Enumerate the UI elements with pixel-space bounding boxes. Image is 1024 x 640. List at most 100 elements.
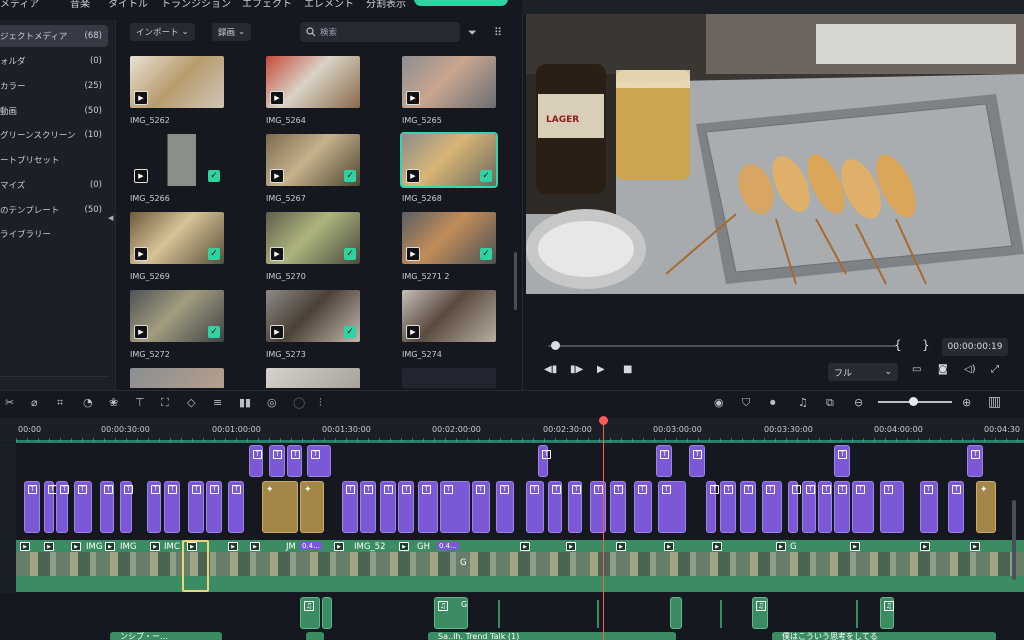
title-clip[interactable]: T [206,481,222,533]
playhead[interactable] [603,420,604,640]
title-clip[interactable]: T [269,445,285,477]
effect-clip[interactable]: ✦ [262,481,298,533]
title-clip[interactable]: T [44,481,57,533]
media-scrollbar[interactable] [514,252,517,310]
title-clip[interactable]: T [147,481,161,533]
music-clip[interactable]: 僕はこういう思考をしてる [772,632,996,640]
fullscreen-icon[interactable]: ⤢ [991,364,999,375]
media-thumb[interactable] [130,368,224,388]
title-clip[interactable]: T [228,481,244,533]
preview-video[interactable]: LAGER [526,14,1024,294]
title-clip[interactable]: T [788,481,801,533]
media-thumb[interactable]: ▶ [402,290,496,342]
title-clip[interactable]: T [24,481,40,533]
audio-wave-icon[interactable]: ⫶ [319,396,322,410]
title-clip[interactable]: T [360,481,376,533]
title-clip[interactable]: T [568,481,582,533]
title-clip[interactable]: T [720,481,736,533]
grid-view-icon[interactable]: ⠿ [494,26,502,39]
title-clip[interactable]: T [287,445,302,477]
title-clip[interactable]: T [880,481,904,533]
sidebar-item-templates[interactable]: のテンプレート (50) [0,199,108,221]
media-thumb[interactable]: ▶ ✓ [266,212,360,264]
media-thumb[interactable] [402,368,496,388]
effect-clip[interactable]: ✦ [976,481,996,533]
sidebar-item-library[interactable]: ライブラリー [0,223,108,245]
text-icon[interactable]: ⊤ [135,396,145,409]
title-clip[interactable]: T [610,481,626,533]
media-thumb[interactable]: ▶ [130,56,224,108]
tab-element[interactable]: エレメント [304,0,354,12]
media-thumb[interactable]: ▶ [266,56,360,108]
tab-media[interactable]: メディア [0,0,39,12]
shield-icon[interactable]: ⛉ [742,396,750,410]
title-clip[interactable]: T [834,481,850,533]
step-forward-icon[interactable]: ▮▶ [570,364,583,375]
sidebar-item-customize[interactable]: マイズ (0) [0,174,108,196]
preview-seek-handle[interactable] [550,341,560,350]
preview-quality-select[interactable]: フル ⌄ [828,363,898,381]
sidebar-item-color[interactable]: カラー (25) [0,75,108,97]
track-layout-icon[interactable]: ▥ [988,394,1001,410]
zoom-in-icon[interactable]: ⊕ [962,396,971,409]
title-clip[interactable]: T [802,481,816,533]
filter-icon[interactable]: ⏷ [468,26,477,40]
sidebar-item-project-media[interactable]: ジェクトメディア (68) [0,25,108,47]
title-clip[interactable]: T [526,481,544,533]
title-clip[interactable]: T [634,481,652,533]
title-clip[interactable]: T [418,481,438,533]
camera-icon[interactable]: ◙ [938,364,948,375]
music-clip[interactable] [306,632,324,640]
render-icon[interactable]: ◉ [714,396,724,409]
mark-out-icon[interactable]: } [922,338,930,352]
selected-video-clip[interactable] [182,540,209,592]
title-clip[interactable]: T [948,481,964,533]
snapshot-icon[interactable]: ⧉ [826,396,834,410]
title-clip[interactable]: T [188,481,204,533]
title-clip[interactable]: T [548,481,562,533]
title-clip[interactable]: T [496,481,514,533]
title-clip[interactable]: T [164,481,180,533]
title-clip[interactable]: T [538,445,551,477]
search-input[interactable]: 検索 [300,22,460,42]
tab-effect[interactable]: エフェクト [242,0,292,12]
title-clip[interactable]: T [967,445,983,477]
media-thumb[interactable]: ▶ ✓ [266,290,360,342]
title-clip[interactable]: T [818,481,832,533]
sidebar-item-preset[interactable]: ートプリセット [0,149,108,171]
crop-icon[interactable]: ⌗ [57,396,63,410]
title-clip[interactable]: T [56,481,69,533]
freeze-icon[interactable]: ▮▮ [239,396,251,409]
volume-icon[interactable]: ◁) [964,364,976,375]
tab-split-screen[interactable]: 分割表示 [366,0,406,12]
playhead-handle[interactable] [599,416,608,425]
tag-icon[interactable]: ⌀ [31,396,38,409]
sidebar-item-folder[interactable]: ォルダ (0) [0,50,108,72]
record-button[interactable]: 録画 ⌄ [212,23,252,41]
title-clip[interactable]: T [100,481,114,533]
media-thumb[interactable]: ▶ ✓ [130,212,224,264]
tab-music[interactable]: 音楽 [70,0,90,12]
title-clip[interactable]: T [380,481,396,533]
collapse-sidebar-icon[interactable]: ◀ [108,214,113,222]
zoom-slider-handle[interactable] [909,397,918,406]
audio-clip[interactable] [670,597,682,629]
step-back-icon[interactable]: ◀▮ [544,364,557,375]
media-thumb[interactable]: ▶ ✓ [402,212,496,264]
title-clip[interactable]: T [74,481,92,533]
title-clip[interactable]: T [658,481,686,533]
music-note-icon[interactable]: ♫ [798,396,808,409]
microphone-icon[interactable]: ⏺ [770,396,776,410]
music-clip[interactable]: ンシブ・ー… [110,632,222,640]
play-icon[interactable]: ▶ [597,364,605,375]
title-clip[interactable]: T [440,481,470,533]
media-thumb[interactable] [266,368,360,388]
speed-icon[interactable]: ◔ [83,396,93,409]
title-clip[interactable]: T [852,481,874,533]
title-clip[interactable]: T [834,445,850,477]
preview-seek-track[interactable] [548,345,896,347]
media-thumb[interactable]: ▶ ✓ [130,134,224,186]
title-clip[interactable]: T [740,481,756,533]
mark-in-icon[interactable]: { [894,338,902,352]
timeline-scrollbar[interactable] [1012,500,1016,580]
